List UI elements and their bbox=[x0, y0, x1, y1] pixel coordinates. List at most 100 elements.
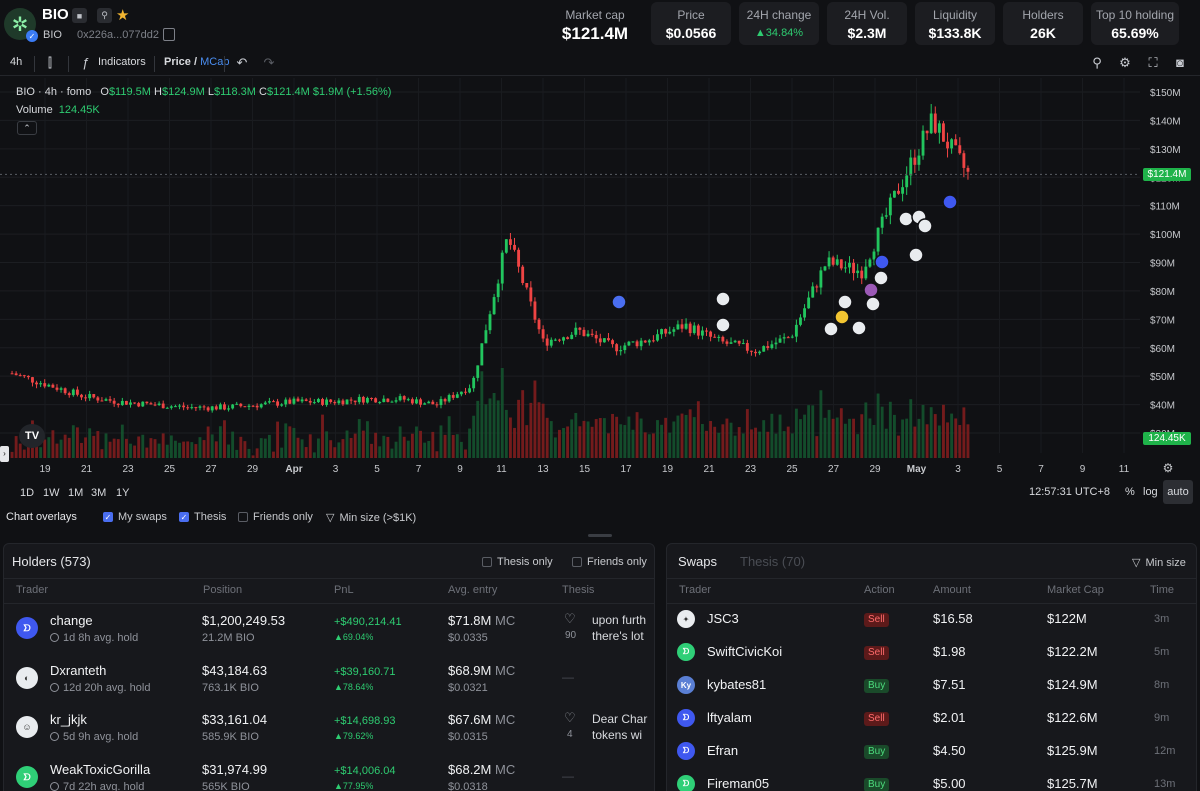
avatar[interactable]: ᗤ bbox=[677, 775, 695, 791]
swap-trader[interactable]: lftyalam bbox=[707, 710, 752, 725]
thesis-text[interactable]: upon furth bbox=[592, 613, 646, 627]
holders-friends-only[interactable]: Friends only bbox=[572, 556, 647, 568]
overlay-my-swaps[interactable]: ✓ My swaps bbox=[103, 511, 167, 523]
candle-body bbox=[47, 384, 51, 387]
swap-trader[interactable]: SwiftCivicKoi bbox=[707, 644, 782, 659]
holders-thesis-only[interactable]: Thesis only bbox=[482, 556, 553, 568]
candle-body bbox=[925, 130, 929, 134]
indicators-button[interactable]: Indicators bbox=[98, 56, 146, 68]
swap-trader[interactable]: JSC3 bbox=[707, 611, 739, 626]
volume-bar bbox=[876, 393, 880, 458]
candle-body bbox=[133, 402, 137, 404]
volume-bar bbox=[419, 430, 422, 458]
token-address[interactable]: 0x226a...077dd2 bbox=[77, 29, 159, 41]
settings-icon[interactable]: ⚙ bbox=[1117, 55, 1133, 71]
mcap-toggle[interactable]: MCap bbox=[200, 56, 229, 68]
camera-icon[interactable]: ◙ bbox=[1172, 55, 1188, 71]
candle-body bbox=[321, 399, 324, 405]
volume-bar bbox=[786, 426, 790, 458]
price-chart[interactable]: $150M$140M$130M$120M$110M$100M$90M$80M$7… bbox=[0, 78, 1200, 486]
x-tick-label: 27 bbox=[828, 464, 840, 475]
swap-trader[interactable]: kybates81 bbox=[707, 677, 766, 692]
percent-toggle[interactable]: % bbox=[1125, 486, 1135, 498]
avatar[interactable]: ᗤ bbox=[677, 643, 695, 661]
tradingview-logo-icon[interactable]: TV bbox=[19, 424, 45, 448]
copy-icon[interactable] bbox=[163, 28, 175, 41]
timeframe-1w[interactable]: 1W bbox=[43, 487, 60, 499]
heart-icon[interactable]: ♡ bbox=[564, 710, 576, 726]
tab-thesis[interactable]: Thesis (70) bbox=[740, 554, 805, 569]
heart-icon[interactable]: ♡ bbox=[564, 611, 576, 627]
holder-name[interactable]: kr_jkjk bbox=[50, 712, 87, 727]
thesis-text[interactable]: tokens wi bbox=[592, 728, 642, 742]
star-icon[interactable]: ★ bbox=[116, 6, 129, 24]
redo-icon[interactable]: ↷ bbox=[261, 55, 277, 71]
candle-body bbox=[169, 406, 173, 408]
volume-bar bbox=[120, 424, 124, 458]
checkbox-icon[interactable] bbox=[482, 557, 492, 567]
resize-grip[interactable] bbox=[588, 534, 612, 537]
undo-icon[interactable]: ↶ bbox=[234, 55, 250, 71]
volume-bar bbox=[700, 424, 704, 458]
swap-trader[interactable]: Efran bbox=[707, 743, 738, 758]
holder-name[interactable]: WeakToxicGorilla bbox=[50, 762, 150, 777]
square-icon[interactable]: ■ bbox=[72, 8, 87, 23]
timeframe-1m[interactable]: 1M bbox=[68, 487, 83, 499]
avatar[interactable]: ᗤ bbox=[677, 742, 695, 760]
fullscreen-icon[interactable]: ⛶ bbox=[1145, 55, 1161, 71]
holder-position: $43,184.63 bbox=[202, 663, 268, 678]
candle-body bbox=[831, 257, 835, 265]
avatar[interactable]: ᗤ bbox=[16, 766, 38, 788]
volume-bar bbox=[513, 427, 516, 458]
timeframe-1d[interactable]: 1D bbox=[20, 487, 34, 499]
volume-bar bbox=[141, 434, 145, 458]
volume-bar bbox=[827, 409, 831, 458]
trader-marker bbox=[863, 282, 879, 298]
thesis-empty: — bbox=[562, 769, 574, 783]
candle-body bbox=[942, 123, 945, 142]
avatar[interactable]: ᗤ bbox=[677, 709, 695, 727]
thesis-text[interactable]: there's lot bbox=[592, 629, 644, 643]
avatar[interactable]: ☺ bbox=[16, 716, 38, 738]
volume-bar bbox=[860, 414, 864, 458]
interval-button[interactable]: 4h bbox=[10, 56, 22, 68]
swaps-min-size[interactable]: ▽ Min size bbox=[1132, 556, 1186, 570]
checkbox-checked-icon[interactable]: ✓ bbox=[179, 512, 189, 522]
volume-bar bbox=[558, 429, 561, 458]
checkbox-icon[interactable] bbox=[238, 512, 248, 522]
volume-bar bbox=[349, 437, 353, 458]
checkbox-icon[interactable] bbox=[572, 557, 582, 567]
auto-toggle[interactable]: auto bbox=[1163, 480, 1193, 504]
avatar[interactable]: ◐ bbox=[16, 667, 38, 689]
avatar[interactable]: ✦ bbox=[677, 610, 695, 628]
indicators-icon[interactable]: ƒ bbox=[78, 55, 94, 71]
avatar[interactable]: ᗤ bbox=[16, 617, 38, 639]
thesis-text[interactable]: Dear Char bbox=[592, 712, 647, 726]
volume-bar bbox=[374, 432, 378, 458]
swap-trader[interactable]: Fireman05 bbox=[707, 776, 769, 791]
overlay-thesis[interactable]: ✓ Thesis bbox=[179, 511, 226, 523]
price-toggle[interactable]: Price / MCap bbox=[164, 56, 229, 68]
drag-handle-icon[interactable]: › bbox=[0, 446, 9, 462]
timeframe-3m[interactable]: 3M bbox=[91, 487, 106, 499]
volume-bar bbox=[124, 438, 128, 458]
search-icon[interactable]: ⚲ bbox=[97, 8, 112, 23]
checkbox-checked-icon[interactable]: ✓ bbox=[103, 512, 113, 522]
timeframe-1y[interactable]: 1Y bbox=[116, 487, 129, 499]
volume-bar bbox=[831, 418, 835, 458]
tab-swaps[interactable]: Swaps bbox=[678, 554, 717, 569]
holder-name[interactable]: Dxranteth bbox=[50, 663, 106, 678]
volume-bar bbox=[566, 426, 570, 458]
clock-icon bbox=[50, 633, 59, 642]
divider bbox=[4, 603, 654, 604]
holder-name[interactable]: change bbox=[50, 613, 93, 628]
collapse-legend-button[interactable]: ⌃ bbox=[17, 121, 37, 135]
candle-body bbox=[611, 340, 614, 345]
zoom-icon[interactable]: ⚲ bbox=[1089, 55, 1105, 71]
overlay-min-size[interactable]: ▽ Min size (>$1K) bbox=[326, 511, 416, 525]
overlay-friends-only[interactable]: Friends only bbox=[238, 511, 313, 523]
log-toggle[interactable]: log bbox=[1143, 486, 1158, 498]
swap-time: 3m bbox=[1154, 613, 1170, 625]
candle-style-icon[interactable]: ⫿ bbox=[42, 55, 58, 71]
avatar[interactable]: Ky bbox=[677, 676, 695, 694]
